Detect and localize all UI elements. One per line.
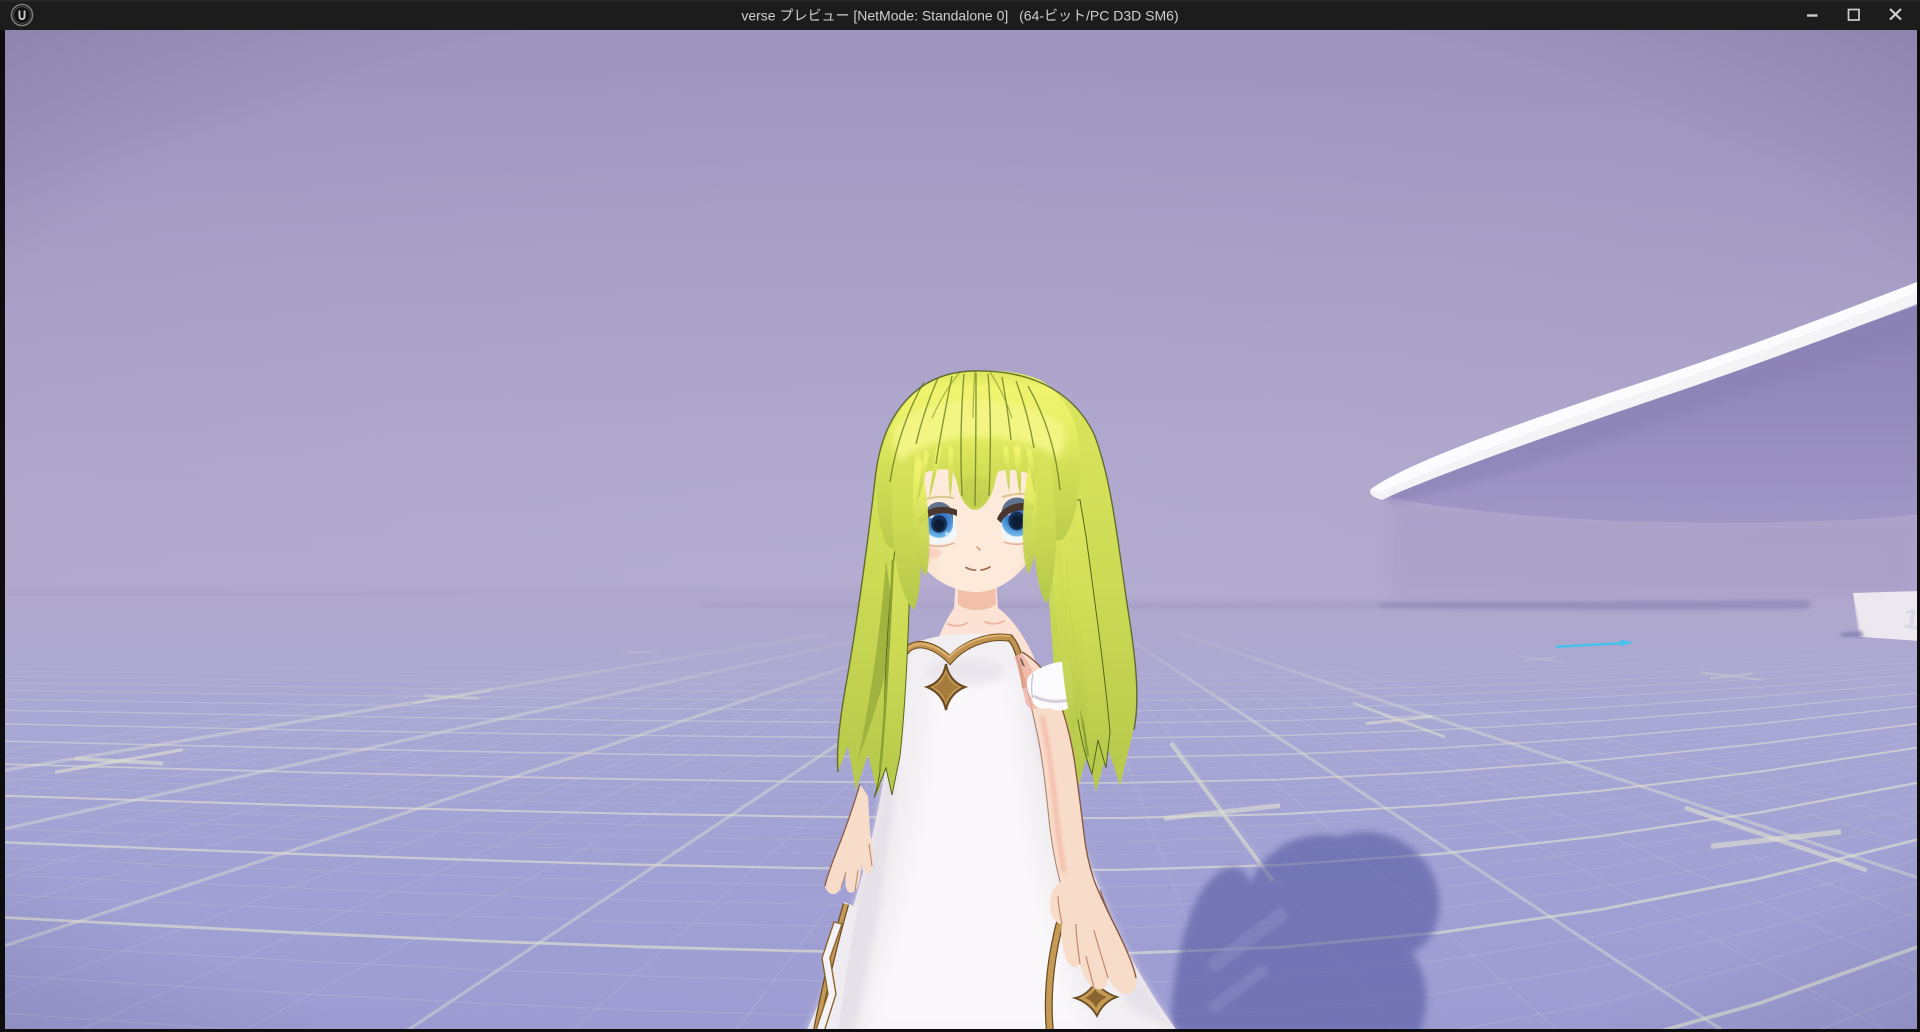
svg-text:verse プレビュー [NetMode: Standalo: verse プレビュー [NetMode: Standalone 0] (64-…	[741, 8, 1178, 24]
